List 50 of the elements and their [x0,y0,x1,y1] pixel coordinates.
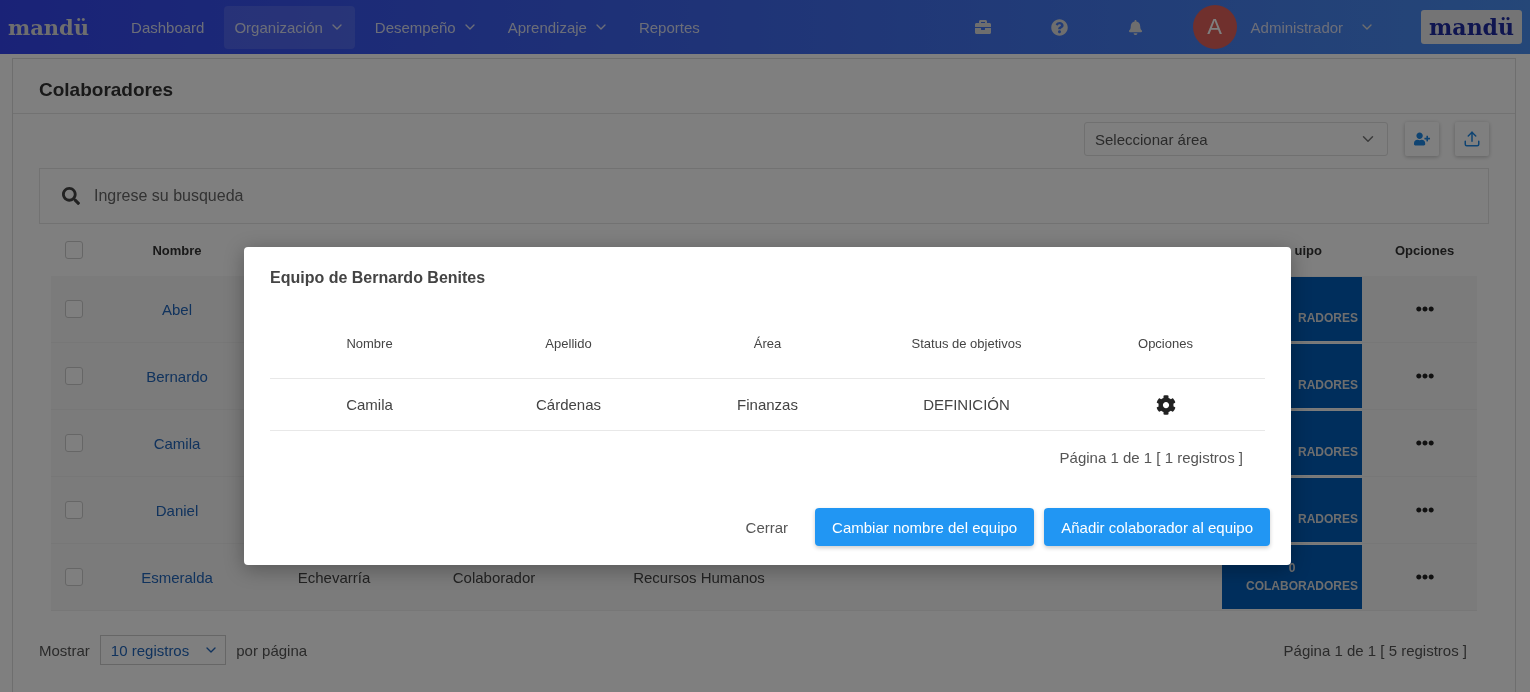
modal-title: Equipo de Bernardo Benites [270,269,487,287]
action-button[interactable]: Cambiar nombre del equipo [815,508,1035,546]
checkbox[interactable] [65,501,83,519]
checkbox[interactable] [65,568,83,586]
table-cell-text: Camila [345,396,394,413]
per-page-select[interactable]: 10 registros [99,635,227,665]
upload-icon [1463,130,1481,148]
table-cell-text: Finanzas [736,396,799,413]
name-link[interactable]: Esmeralda [95,568,259,586]
column-header: uipo [1293,242,1323,258]
table-cell-text: Recursos Humanos [632,568,766,586]
brand-logo: mandü [1421,10,1522,44]
nav-item[interactable]: Dashboard [121,5,215,49]
table-cell-text: Echevarría [296,568,372,586]
search-icon [62,187,80,205]
logo[interactable]: mandü [8,14,90,40]
area-select[interactable]: Seleccionar área [1084,122,1388,156]
status-cell-text: DEFINICIÓN [922,396,1011,413]
checkbox[interactable] [65,434,83,452]
checkbox[interactable] [65,367,83,385]
column-header: Nombre [345,336,394,351]
search-field[interactable]: Ingrese su busqueda [39,168,1489,224]
column-header: Apellido [544,336,593,351]
settings-icon[interactable] [1155,394,1176,415]
add-user-button[interactable] [1405,122,1439,156]
nav-item[interactable]: Reportes [628,5,710,49]
bell-icon[interactable] [1127,19,1143,35]
column-header: Área [752,336,783,351]
table-cell-text: Colaborador [451,568,537,586]
checkbox[interactable] [65,241,83,259]
close-button[interactable]: Cerrar [728,508,806,546]
user-avatar[interactable]: A [1192,5,1237,49]
nav-item[interactable]: Desempeño [364,5,488,49]
table-cell-text: Cárdenas [534,396,602,413]
nav-item[interactable]: Aprendizaje [497,5,619,49]
pagination-info: Página 1 de 1 [ 5 registros ] [1283,641,1467,659]
column-header: Opciones [1137,336,1194,351]
briefcase-icon[interactable] [974,19,991,35]
column-header: Nombre [151,242,203,258]
show-label: Mostrar [39,641,90,659]
page-title: Colaboradores [39,78,175,102]
column-header: Status de objetivos [910,336,1023,351]
column-header: Opciones [1393,242,1456,258]
user-name[interactable]: Administrador [1250,18,1344,36]
add-user-icon [1414,131,1430,147]
checkbox[interactable] [65,300,83,318]
help-icon[interactable] [1050,18,1068,36]
per-page-label: por página [236,641,308,659]
action-button[interactable]: Añadir colaborador al equipo [1044,508,1270,546]
upload-button[interactable] [1455,122,1489,156]
